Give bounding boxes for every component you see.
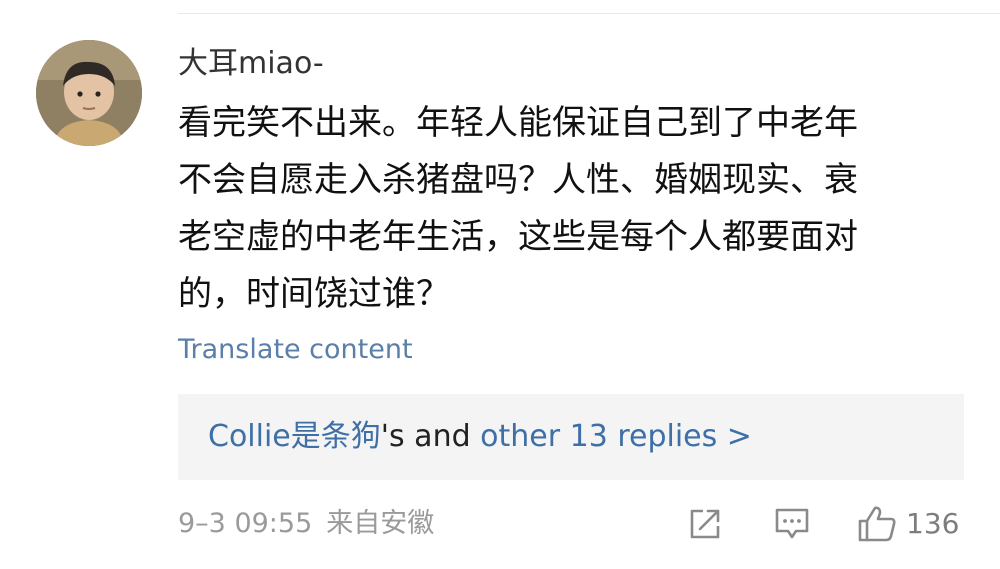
translate-link[interactable]: Translate content bbox=[178, 330, 413, 370]
comment-text: 看完笑不出来。年轻人能保证自己到了中老年 不会自愿走入杀猪盘吗？人性、婚姻现实、… bbox=[178, 95, 978, 323]
top-divider bbox=[178, 13, 1000, 14]
avatar[interactable] bbox=[36, 40, 142, 146]
comment-meta: 9–3 09:55 来自安徽 bbox=[178, 505, 434, 543]
location: 来自安徽 bbox=[326, 508, 435, 539]
replies-preview[interactable]: Collie是条狗's and other 13 replies > bbox=[178, 394, 964, 480]
replies-connector: 's and bbox=[380, 419, 481, 454]
more-replies-link[interactable]: other 13 replies > bbox=[480, 419, 752, 454]
replier-name-link[interactable]: Collie是条狗 bbox=[208, 419, 381, 454]
comment-icon bbox=[775, 508, 809, 539]
comment-line: 的，时间饶过谁？ bbox=[178, 274, 450, 314]
share-icon bbox=[690, 509, 720, 539]
replies-summary: Collie是条狗's and other 13 replies > bbox=[208, 417, 752, 457]
username[interactable]: 大耳miao- bbox=[178, 44, 324, 84]
like-button[interactable]: 136 bbox=[856, 503, 959, 545]
timestamp: 9–3 09:55 bbox=[178, 508, 313, 539]
share-button[interactable] bbox=[686, 503, 724, 545]
thumbs-up-icon bbox=[858, 506, 896, 542]
avatar-image bbox=[36, 40, 142, 146]
like-count: 136 bbox=[906, 507, 960, 540]
comment-button[interactable] bbox=[772, 503, 812, 545]
comment-line: 老空虚的中老年生活，这些是每个人都要面对 bbox=[178, 217, 858, 257]
comment-line: 看完笑不出来。年轻人能保证自己到了中老年 bbox=[178, 103, 858, 143]
comment-line: 不会自愿走入杀猪盘吗？人性、婚姻现实、衰 bbox=[178, 160, 858, 200]
